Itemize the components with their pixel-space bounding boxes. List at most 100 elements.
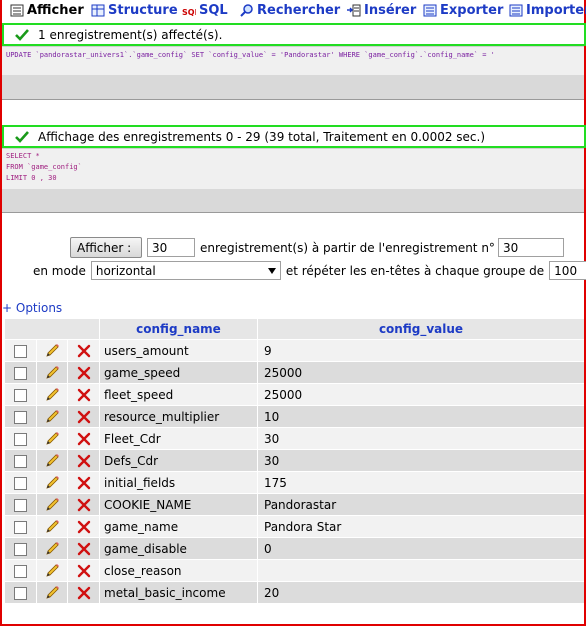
tab-insert[interactable]: Insérer (347, 0, 416, 21)
options-link[interactable]: + Options (2, 301, 62, 315)
start-record-input[interactable]: 30 (497, 238, 564, 257)
tab-sql[interactable]: SQL SQL (182, 0, 228, 21)
row-checkbox[interactable] (13, 498, 27, 512)
config-name-cell: game_name (100, 516, 257, 537)
row-checkbox[interactable] (13, 432, 27, 446)
row-checkbox[interactable] (13, 586, 27, 600)
config-name-cell: users_amount (100, 340, 257, 361)
config-value-cell: 175 (258, 472, 584, 493)
row-checkbox-cell (5, 406, 36, 427)
delete-cell[interactable] (68, 362, 99, 383)
delete-cell[interactable] (68, 406, 99, 427)
row-checkbox-cell (5, 560, 36, 581)
row-checkbox[interactable] (13, 520, 27, 534)
config-name-cell: game_speed (100, 362, 257, 383)
row-checkbox[interactable] (13, 410, 27, 424)
row-checkbox[interactable] (13, 366, 27, 380)
row-checkbox[interactable] (13, 564, 27, 578)
repeat-headers-input[interactable]: 100 (549, 261, 586, 280)
success-message-text: Affichage des enregistrements 0 - 29 (39… (38, 129, 486, 144)
row-checkbox-cell (5, 494, 36, 515)
sql-query-text: SELECT * FROM `game_config` LIMIT 0 , 30 (2, 149, 584, 184)
success-message-display: Affichage des enregistrements 0 - 29 (39… (2, 125, 586, 148)
table-row: users_amount 9 (5, 340, 584, 361)
edit-cell[interactable] (36, 340, 68, 361)
row-checkbox[interactable] (13, 542, 27, 556)
success-message-affected: 1 enregistrement(s) affecté(s). (2, 23, 586, 46)
delete-cell[interactable] (68, 450, 99, 471)
delete-cell[interactable] (68, 516, 99, 537)
row-checkbox-cell (5, 340, 36, 361)
actions-header (5, 319, 99, 339)
edit-pencil-icon (46, 497, 59, 511)
column-header-config-name[interactable]: config_name (100, 319, 257, 339)
edit-pencil-icon (46, 519, 59, 533)
edit-pencil-icon (46, 343, 59, 357)
delete-cell[interactable] (68, 582, 99, 603)
delete-cross-icon (77, 564, 90, 577)
config-name-cell: Defs_Cdr (100, 450, 257, 471)
edit-cell[interactable] (36, 516, 68, 537)
edit-cell[interactable] (36, 428, 68, 449)
row-checkbox-cell (5, 362, 36, 383)
success-check-icon (15, 28, 29, 41)
delete-cell[interactable] (68, 560, 99, 581)
row-checkbox-cell (5, 384, 36, 405)
delete-cross-icon (77, 432, 90, 445)
tab-label: SQL (199, 3, 228, 18)
table-row: metal_basic_income 20 (5, 582, 584, 603)
row-checkbox[interactable] (13, 388, 27, 402)
tab-browse[interactable]: Afficher (10, 0, 84, 21)
edit-cell[interactable] (36, 582, 68, 603)
rows-count-input[interactable]: 30 (147, 238, 195, 257)
delete-cell[interactable] (68, 340, 99, 361)
edit-cell[interactable] (36, 560, 68, 581)
display-mode-value: horizontal (95, 263, 156, 278)
row-checkbox-cell (5, 582, 36, 603)
config-name-cell: initial_fields (100, 472, 257, 493)
success-message-text: 1 enregistrement(s) affecté(s). (38, 27, 223, 42)
table-row: close_reason (5, 560, 584, 581)
config-value-cell: Pandorastar (258, 494, 584, 515)
sql-line: SELECT * (6, 152, 40, 160)
results-table: config_name config_value users_amount 9 ga… (4, 318, 585, 604)
tab-import[interactable]: Importer (509, 0, 586, 21)
sql-query-box-select: SELECT * FROM `game_config` LIMIT 0 , 30 (2, 148, 584, 213)
row-checkbox[interactable] (13, 344, 27, 358)
table-row: game_disable 0 (5, 538, 584, 559)
edit-cell[interactable] (36, 406, 68, 427)
display-mode-select[interactable]: horizontal (90, 261, 281, 280)
tab-search[interactable]: Rechercher (240, 0, 340, 21)
rows-count-label: enregistrement(s) à partir de l'enregist… (200, 240, 495, 255)
table-row: initial_fields 175 (5, 472, 584, 493)
tab-structure[interactable]: Structure (91, 0, 178, 21)
edit-pencil-icon (46, 431, 59, 445)
delete-cell[interactable] (68, 494, 99, 515)
delete-cell[interactable] (68, 538, 99, 559)
row-checkbox[interactable] (13, 476, 27, 490)
row-checkbox[interactable] (13, 454, 27, 468)
edit-cell[interactable] (36, 450, 68, 471)
tab-export[interactable]: Exporter (423, 0, 503, 21)
delete-cross-icon (77, 388, 90, 401)
edit-pencil-icon (46, 475, 59, 489)
edit-cell[interactable] (36, 384, 68, 405)
show-button[interactable]: Afficher : (70, 237, 142, 258)
edit-cell[interactable] (36, 472, 68, 493)
config-name-cell: resource_multiplier (100, 406, 257, 427)
table-row: game_speed 25000 (5, 362, 584, 383)
edit-pencil-icon (46, 541, 59, 555)
delete-cell[interactable] (68, 428, 99, 449)
delete-cross-icon (77, 454, 90, 467)
row-checkbox-cell (5, 428, 36, 449)
column-header-config-value[interactable]: config_value (258, 319, 584, 339)
table-row: Fleet_Cdr 30 (5, 428, 584, 449)
sql-query-box-update: UPDATE `pandorastar_univers1`.`game_conf… (2, 46, 584, 100)
edit-cell[interactable] (36, 362, 68, 383)
config-value-cell: 30 (258, 428, 584, 449)
edit-cell[interactable] (36, 538, 68, 559)
edit-cell[interactable] (36, 494, 68, 515)
delete-cell[interactable] (68, 384, 99, 405)
delete-cell[interactable] (68, 472, 99, 493)
structure-icon (91, 4, 105, 17)
